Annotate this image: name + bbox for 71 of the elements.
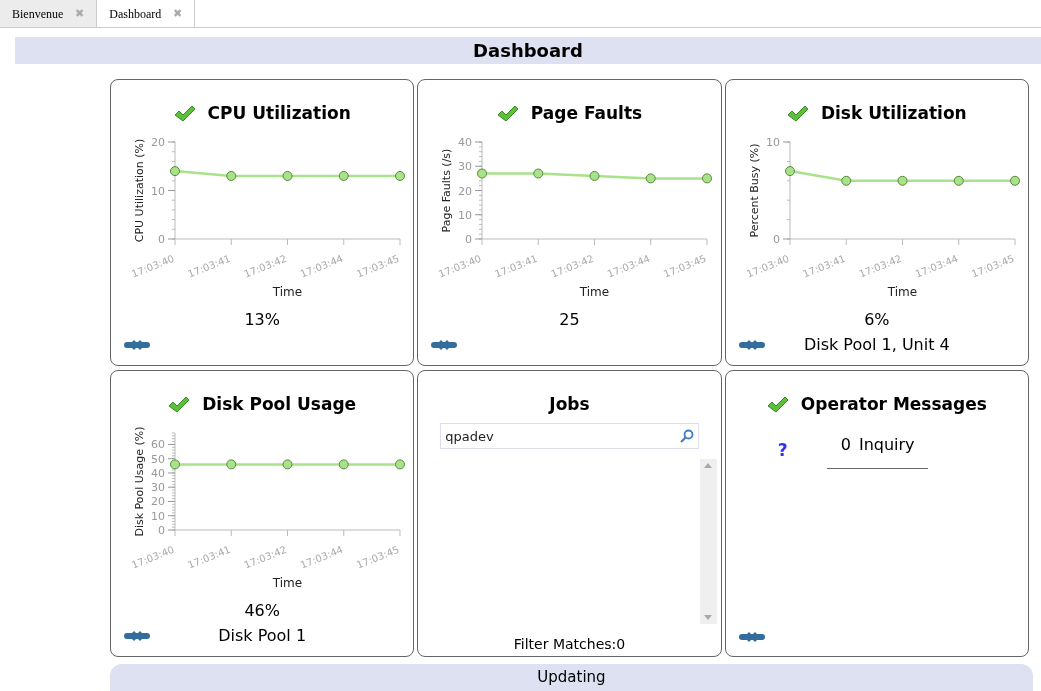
- data-point: [477, 168, 488, 179]
- axis-title: Time: [887, 285, 917, 299]
- arrows-icon[interactable]: [430, 340, 459, 350]
- tick-label: 20: [151, 136, 165, 149]
- metric-value: 46%: [244, 600, 280, 622]
- tick-label: 0: [772, 233, 780, 246]
- tick-label: 0: [158, 524, 165, 537]
- inquiry-icon: ?: [777, 438, 798, 464]
- axis-title: Time: [272, 285, 303, 299]
- data-point: [589, 170, 600, 181]
- data-point: [897, 175, 908, 186]
- tab[interactable]: Bienvenue ✖: [0, 0, 98, 27]
- metric-detail: Disk Pool 1: [217, 625, 308, 647]
- axis-title: Time: [272, 576, 303, 590]
- metric-detail: Disk Pool 1, Unit 4: [802, 334, 951, 356]
- metric-value: 6%: [864, 309, 890, 331]
- tick-label: 30: [151, 481, 165, 495]
- data-point: [395, 170, 405, 181]
- tick-label: 0: [158, 233, 165, 246]
- axis-title: Disk Pool Usage (%): [133, 426, 146, 537]
- card-title: CPU Utilization: [207, 102, 351, 126]
- tick-label: 30: [458, 160, 473, 174]
- arrows-icon[interactable]: [123, 340, 151, 350]
- page-title: Dashboard: [473, 39, 583, 63]
- data-point: [702, 173, 713, 184]
- tick-label: 20: [151, 495, 165, 509]
- data-point: [170, 166, 180, 177]
- tick-label: 20: [458, 184, 473, 198]
- data-point: [840, 175, 851, 186]
- data-point: [170, 459, 180, 470]
- data-point: [784, 166, 795, 177]
- data-point: [226, 170, 237, 181]
- tick-label: 0: [465, 233, 473, 246]
- axis-title: Percent Busy (%): [747, 143, 761, 238]
- data-point: [646, 173, 657, 184]
- status-text: Updating: [537, 667, 606, 688]
- card-title: Disk Utilization: [820, 102, 967, 126]
- arrows-icon[interactable]: [123, 631, 151, 641]
- message-count: 0: [840, 434, 851, 456]
- tick-label: 10: [765, 136, 780, 149]
- filter-count: Filter Matches:0: [513, 635, 626, 654]
- arrows-icon[interactable]: [737, 340, 766, 350]
- metric-value: 25: [559, 309, 580, 331]
- data-point: [395, 459, 405, 470]
- card-title: Jobs: [549, 393, 590, 417]
- axis-title: CPU Utilization (%): [133, 138, 146, 243]
- message-type: Inquiry: [858, 434, 915, 456]
- axis-title: Time: [580, 285, 610, 299]
- tick-label: 50: [151, 452, 165, 466]
- data-point: [338, 459, 349, 470]
- tick-label: 10: [151, 184, 165, 198]
- tick-label: 40: [151, 466, 165, 480]
- search-icon[interactable]: [679, 429, 694, 443]
- tick-label: 10: [458, 208, 473, 222]
- data-point: [1009, 175, 1020, 186]
- data-point: [282, 459, 293, 470]
- tick-label: 10: [151, 509, 165, 523]
- tick-label: 60: [151, 438, 165, 452]
- card-title: Operator Messages: [800, 393, 987, 417]
- metric-value: 13%: [244, 309, 280, 331]
- data-point: [338, 170, 349, 181]
- card-title: Disk Pool Usage: [202, 393, 357, 417]
- axis-title: Page Faults (/s): [440, 148, 454, 233]
- data-point: [282, 170, 293, 181]
- data-point: [226, 459, 237, 470]
- card-title: Page Faults: [530, 102, 643, 126]
- search-field[interactable]: qpadev: [440, 423, 699, 449]
- data-point: [533, 168, 544, 179]
- arrows-icon[interactable]: [737, 632, 766, 642]
- data-point: [953, 175, 964, 186]
- tick-label: 40: [458, 136, 473, 149]
